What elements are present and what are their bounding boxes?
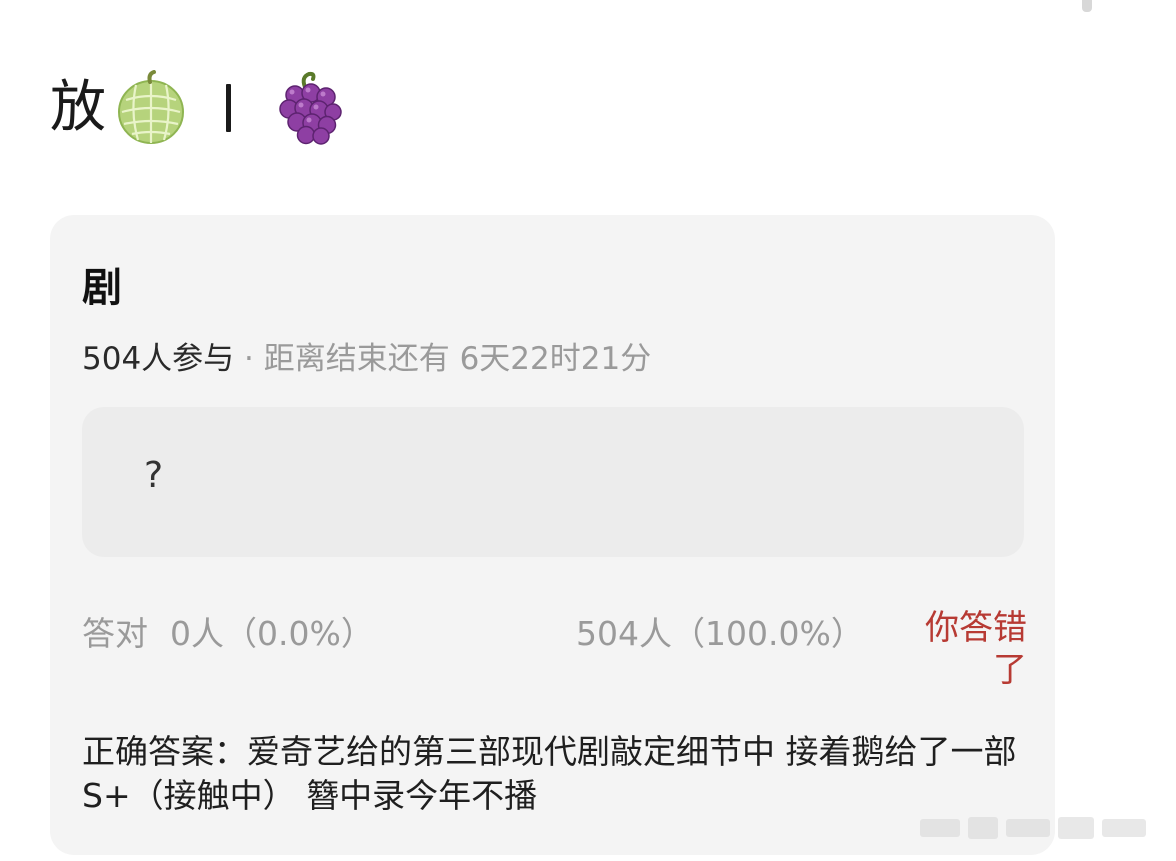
correct-stat: 0人（0.0%） xyxy=(170,614,374,653)
poll-card[interactable]: 剧 504人参与 · 距离结束还有 6天22时21分 ? 答对 0人（0.0%） … xyxy=(50,215,1055,855)
meta-separator: · xyxy=(234,341,264,377)
poll-title: 剧 xyxy=(82,265,122,311)
scroll-indicator[interactable] xyxy=(1082,0,1092,12)
question-box: ? xyxy=(82,407,1024,557)
participant-count: 504人参与 xyxy=(82,341,235,377)
post-title-row: 放 xyxy=(50,68,345,148)
post-title-text: 放 xyxy=(50,75,106,140)
correct-answer-text: 正确答案：爱奇艺给的第三部现代剧敲定细节中 接着鹅给了一部S+（接触中） 簪中录… xyxy=(82,732,1017,815)
grape-emoji-icon xyxy=(279,71,342,145)
correct-result: 答对 0人（0.0%） xyxy=(82,607,374,655)
post-page: 放 剧 504人参与 · 距离结束还有 6天22时21分 ? 答对 0人（0.0… xyxy=(0,0,1176,861)
time-remaining: 距离结束还有 6天22时21分 xyxy=(263,341,652,377)
other-result-stat: 504人（100.0%） xyxy=(576,614,864,653)
watermark-logo xyxy=(920,817,1146,839)
correct-label: 答对 xyxy=(82,614,148,653)
your-result-badge: 你答错了 xyxy=(925,608,1027,690)
question-text: ? xyxy=(144,455,164,496)
title-divider xyxy=(226,84,231,132)
melon-emoji-icon xyxy=(118,70,184,144)
poll-meta: 504人参与 · 距离结束还有 6天22时21分 xyxy=(82,333,651,378)
